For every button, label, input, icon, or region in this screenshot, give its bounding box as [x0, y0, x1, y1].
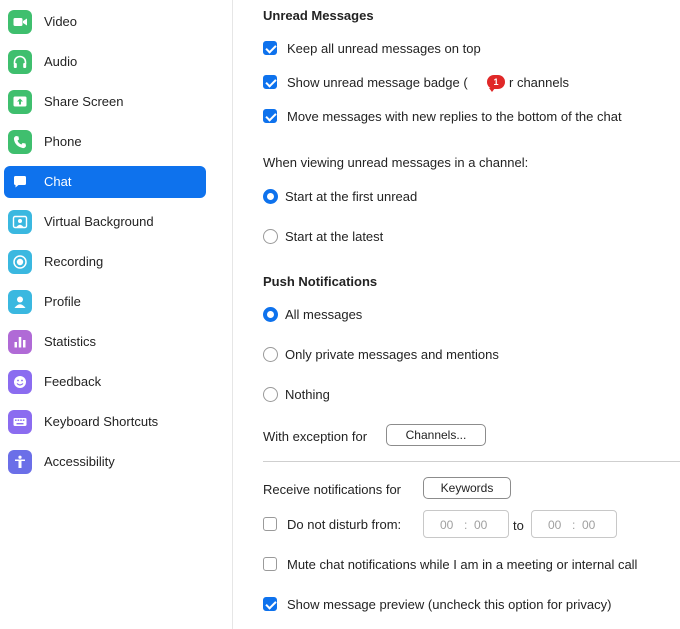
sidebar-item-label: Audio [44, 54, 78, 69]
bar-chart-icon [8, 330, 32, 354]
sidebar-item-audio[interactable]: Audio [4, 46, 206, 78]
all-messages-radio[interactable] [263, 307, 278, 322]
sidebar-item-accessibility[interactable]: Accessibility [4, 446, 206, 478]
sidebar-item-recording[interactable]: Recording [4, 246, 206, 278]
share-screen-icon [8, 90, 32, 114]
all-messages-label: All messages [285, 307, 363, 322]
show-unread-badge-checkbox[interactable] [263, 75, 277, 89]
channels-button[interactable]: Channels... [386, 424, 486, 446]
sidebar-item-label: Profile [44, 294, 81, 309]
start-latest-label: Start at the latest [285, 229, 384, 244]
headphones-icon [8, 50, 32, 74]
sidebar-item-label: Chat [44, 174, 72, 189]
nothing-label: Nothing [285, 387, 330, 402]
phone-icon [8, 130, 32, 154]
do-not-disturb-label: Do not disturb from: [287, 517, 402, 532]
chat-settings-panel: Unread Messages Keep all unread messages… [233, 0, 680, 629]
nothing-radio[interactable] [263, 387, 278, 402]
person-icon [8, 290, 32, 314]
time-separator: : [464, 518, 468, 532]
sidebar-item-profile[interactable]: Profile [4, 286, 206, 318]
dnd-to-hour: 00 [548, 518, 562, 532]
private-messages-mentions-radio[interactable] [263, 347, 278, 362]
dnd-to-time-input[interactable]: 00 : 00 [531, 510, 617, 538]
sidebar-item-virtual-background[interactable]: Virtual Background [4, 206, 206, 238]
show-message-preview-checkbox[interactable] [263, 597, 277, 611]
mute-in-meeting-checkbox[interactable] [263, 557, 277, 571]
sidebar-item-label: Virtual Background [44, 214, 154, 229]
dnd-to-minute: 00 [582, 518, 596, 532]
keywords-button[interactable]: Keywords [423, 477, 511, 499]
unread-badge-icon: 1 [487, 75, 505, 92]
dnd-from-minute: 00 [474, 518, 488, 532]
sidebar-item-label: Feedback [44, 374, 102, 389]
sidebar-item-chat[interactable]: Chat [4, 166, 206, 198]
video-camera-icon [8, 10, 32, 34]
keep-unread-on-top-checkbox[interactable] [263, 41, 277, 55]
sidebar-item-label: Keyboard Shortcuts [44, 414, 159, 429]
start-first-unread-label: Start at the first unread [285, 189, 418, 204]
exception-label: With exception for [263, 429, 368, 444]
sidebar-item-phone[interactable]: Phone [4, 126, 206, 158]
smiley-icon [8, 370, 32, 394]
do-not-disturb-checkbox[interactable] [263, 517, 277, 531]
sidebar-item-label: Recording [44, 254, 104, 269]
push-notifications-heading: Push Notifications [263, 274, 378, 289]
person-background-icon [8, 210, 32, 234]
time-separator: : [572, 518, 576, 532]
start-first-unread-radio[interactable] [263, 189, 278, 204]
section-divider [263, 461, 680, 462]
start-latest-radio[interactable] [263, 229, 278, 244]
sidebar-item-video[interactable]: Video [4, 6, 206, 38]
dnd-from-time-input[interactable]: 00 : 00 [423, 510, 509, 538]
sidebar-item-label: Share Screen [44, 94, 124, 109]
keyboard-icon [8, 410, 32, 434]
sidebar-item-label: Statistics [44, 334, 97, 349]
private-messages-mentions-label: Only private messages and mentions [285, 347, 499, 362]
sidebar-item-share-screen[interactable]: Share Screen [4, 86, 206, 118]
sidebar-item-label: Accessibility [44, 454, 115, 469]
unread-messages-heading: Unread Messages [263, 8, 374, 23]
dnd-to-label: to [513, 518, 524, 533]
show-message-preview-label: Show message preview (uncheck this optio… [287, 597, 612, 612]
dnd-from-hour: 00 [440, 518, 454, 532]
chat-bubble-icon [8, 170, 32, 194]
receive-notifications-label: Receive notifications for [263, 482, 402, 497]
settings-sidebar: Video Audio Share Screen Phone Chat Virt… [0, 0, 233, 629]
mute-in-meeting-label: Mute chat notifications while I am in a … [287, 557, 638, 572]
show-unread-badge-label: Show unread message badge ( [287, 75, 468, 90]
keep-unread-on-top-label: Keep all unread messages on top [287, 41, 481, 56]
sidebar-item-feedback[interactable]: Feedback [4, 366, 206, 398]
move-replies-to-bottom-label: Move messages with new replies to the bo… [287, 109, 622, 124]
sidebar-item-label: Phone [44, 134, 82, 149]
sidebar-item-statistics[interactable]: Statistics [4, 326, 206, 358]
viewing-unread-prompt: When viewing unread messages in a channe… [263, 155, 529, 170]
accessibility-icon [8, 450, 32, 474]
move-replies-to-bottom-checkbox[interactable] [263, 109, 277, 123]
sidebar-item-keyboard-shortcuts[interactable]: Keyboard Shortcuts [4, 406, 206, 438]
sidebar-item-label: Video [44, 14, 78, 29]
show-unread-badge-label-end: r channels [509, 75, 569, 90]
record-icon [8, 250, 32, 274]
